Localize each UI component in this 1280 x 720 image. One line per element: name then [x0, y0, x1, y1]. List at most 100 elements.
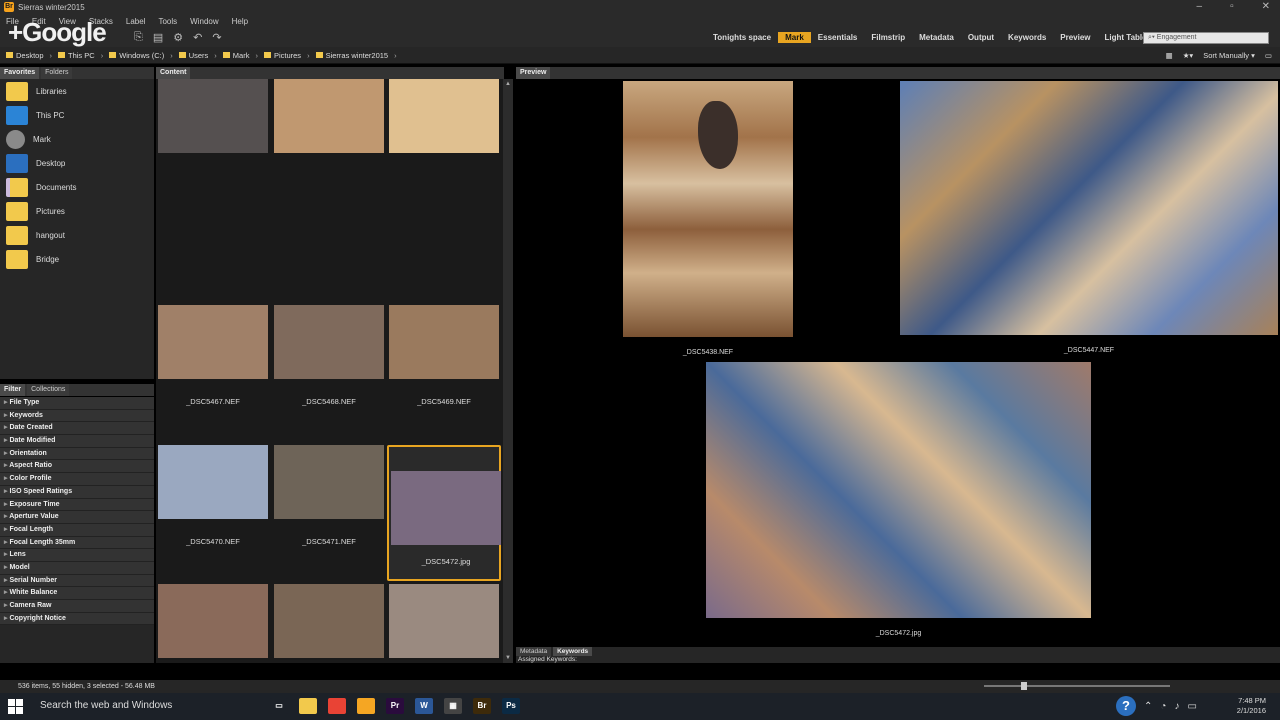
content-scrollbar[interactable]: ▲ ▼: [503, 79, 513, 663]
network-icon[interactable]: ◔: [1160, 701, 1166, 712]
thumbnail-image[interactable]: [158, 79, 268, 153]
thumbnail-cell[interactable]: _DSC5473.NEF: [272, 584, 386, 663]
workspace-preview[interactable]: Preview: [1053, 32, 1097, 43]
thumbnail-cell[interactable]: _DSC5474.NEF: [387, 584, 501, 663]
thumbnail-image[interactable]: [274, 584, 384, 658]
search-input[interactable]: ⌕▾ Engagement: [1143, 32, 1269, 44]
thumbnail-cell[interactable]: _DSC5472.NEF: [156, 584, 270, 663]
calculator-icon[interactable]: ▦: [444, 698, 462, 714]
breadcrumb-item[interactable]: Mark: [222, 51, 249, 60]
filter-iso-speed-ratings[interactable]: ISO Speed Ratings: [0, 485, 154, 499]
filter-keywords[interactable]: Keywords: [0, 409, 154, 423]
chevron-up-icon[interactable]: ⌃: [1144, 701, 1152, 712]
filter-date-modified[interactable]: Date Modified: [0, 435, 154, 448]
workspace-essentials[interactable]: Essentials: [811, 32, 865, 43]
tab-preview[interactable]: Preview: [516, 67, 551, 79]
zoom-slider[interactable]: [984, 682, 1170, 690]
thumbnail-cell[interactable]: _DSC5467.NEF: [156, 305, 270, 441]
chrome-icon[interactable]: [328, 698, 346, 714]
breadcrumb-item[interactable]: Sierras winter2015: [315, 51, 388, 60]
help-icon[interactable]: ?: [1116, 696, 1136, 716]
camera-icon[interactable]: ⎘: [134, 31, 143, 44]
workspace-mark[interactable]: Mark: [778, 32, 811, 43]
filter-lens[interactable]: Lens: [0, 549, 154, 562]
thumbnail-image[interactable]: [274, 79, 384, 153]
filter-serial-number[interactable]: Serial Number: [0, 574, 154, 588]
new-folder-icon[interactable]: ▭: [1265, 51, 1272, 60]
sidebar-item-mark[interactable]: Mark: [0, 127, 154, 151]
filter-color-profile[interactable]: Color Profile: [0, 473, 154, 486]
tab-filter[interactable]: Filter: [0, 384, 26, 396]
tab-folders[interactable]: Folders: [41, 67, 73, 79]
sidebar-item-pictures[interactable]: Pictures: [0, 199, 154, 223]
preview-image-3[interactable]: [706, 362, 1091, 618]
start-button[interactable]: [8, 699, 23, 714]
preview-image-1[interactable]: [623, 81, 793, 337]
word-icon[interactable]: W: [415, 698, 433, 714]
filter-file-type[interactable]: File Type: [0, 397, 154, 410]
sidebar-item-libraries[interactable]: Libraries: [0, 79, 154, 103]
file-explorer-icon[interactable]: [299, 698, 317, 714]
minimize-icon[interactable]: –: [1197, 1, 1203, 12]
thumbnail-cell[interactable]: _DSC5469.NEF: [387, 305, 501, 441]
clock[interactable]: 7:48 PM 2/1/2016: [1237, 696, 1266, 716]
menu-window[interactable]: Window: [190, 17, 218, 26]
star-filter-icon[interactable]: ★▾: [1183, 51, 1194, 60]
scroll-up-icon[interactable]: ▲: [505, 81, 511, 87]
tab-content[interactable]: Content: [156, 67, 191, 79]
filter-date-created[interactable]: Date Created: [0, 422, 154, 436]
output-icon[interactable]: ▤: [153, 31, 163, 44]
sidebar-item-bridge[interactable]: Bridge: [0, 247, 154, 271]
thumbnail-image[interactable]: [389, 305, 499, 379]
refine-icon[interactable]: ⚙: [173, 31, 183, 44]
breadcrumb-item[interactable]: Windows (C:): [109, 51, 164, 60]
workspace-keywords[interactable]: Keywords: [1001, 32, 1053, 43]
menu-tools[interactable]: Tools: [158, 17, 177, 26]
explorer-folder-icon[interactable]: [357, 698, 375, 714]
preview-image-2[interactable]: [900, 81, 1278, 335]
thumbnail-cell[interactable]: [272, 79, 386, 215]
workspace-metadata[interactable]: Metadata: [912, 32, 961, 43]
thumbnail-cell[interactable]: _DSC5472.jpg: [387, 445, 501, 581]
breadcrumb-item[interactable]: This PC: [58, 51, 95, 60]
taskbar-search[interactable]: Search the web and Windows: [40, 700, 172, 711]
sidebar-item-this-pc[interactable]: This PC: [0, 103, 154, 127]
filter-copyright-notice[interactable]: Copyright Notice: [0, 612, 154, 626]
menu-label[interactable]: Label: [126, 17, 146, 26]
tab-collections[interactable]: Collections: [27, 384, 70, 396]
sort-dropdown[interactable]: Sort Manually ▾: [1203, 51, 1255, 60]
thumbnail-cell[interactable]: [387, 79, 501, 215]
thumbnail-cell[interactable]: [156, 79, 270, 215]
breadcrumb-item[interactable]: Pictures: [263, 51, 301, 60]
photoshop-icon[interactable]: Ps: [502, 698, 520, 714]
thumbnail-image[interactable]: [158, 305, 268, 379]
task-view-icon[interactable]: ▭: [270, 698, 288, 714]
thumbnail-image[interactable]: [274, 305, 384, 379]
filter-aspect-ratio[interactable]: Aspect Ratio: [0, 460, 154, 474]
close-icon[interactable]: ✕: [1262, 1, 1270, 12]
sidebar-item-hangout[interactable]: hangout: [0, 223, 154, 247]
tab-favorites[interactable]: Favorites: [0, 67, 40, 79]
workspace-filmstrip[interactable]: Filmstrip: [864, 32, 912, 43]
thumbnail-cell[interactable]: _DSC5468.NEF: [272, 305, 386, 441]
zoom-knob[interactable]: [1021, 682, 1028, 690]
maximize-icon[interactable]: ▫: [1230, 1, 1234, 12]
thumbnail-cell[interactable]: _DSC5470.NEF: [156, 445, 270, 581]
menu-help[interactable]: Help: [232, 17, 248, 26]
filter-orientation[interactable]: Orientation: [0, 447, 154, 461]
thumbnail-image[interactable]: [274, 445, 384, 519]
workspace-output[interactable]: Output: [961, 32, 1001, 43]
breadcrumb-item[interactable]: Users: [178, 51, 208, 60]
sidebar-item-documents[interactable]: Documents: [0, 175, 154, 199]
filter-camera-raw[interactable]: Camera Raw: [0, 600, 154, 613]
tab-metadata[interactable]: Metadata: [516, 647, 552, 656]
thumbnail-cell[interactable]: _DSC5471.NEF: [272, 445, 386, 581]
notification-icon[interactable]: ▭: [1187, 701, 1196, 712]
thumbnail-image[interactable]: [389, 79, 499, 153]
filter-exposure-time[interactable]: Exposure Time: [0, 498, 154, 512]
tab-keywords[interactable]: Keywords: [553, 647, 593, 656]
thumbnail-image[interactable]: [389, 584, 499, 658]
filter-aperture-value[interactable]: Aperture Value: [0, 511, 154, 524]
bridge-icon[interactable]: Br: [473, 698, 491, 714]
filter-model[interactable]: Model: [0, 561, 154, 575]
